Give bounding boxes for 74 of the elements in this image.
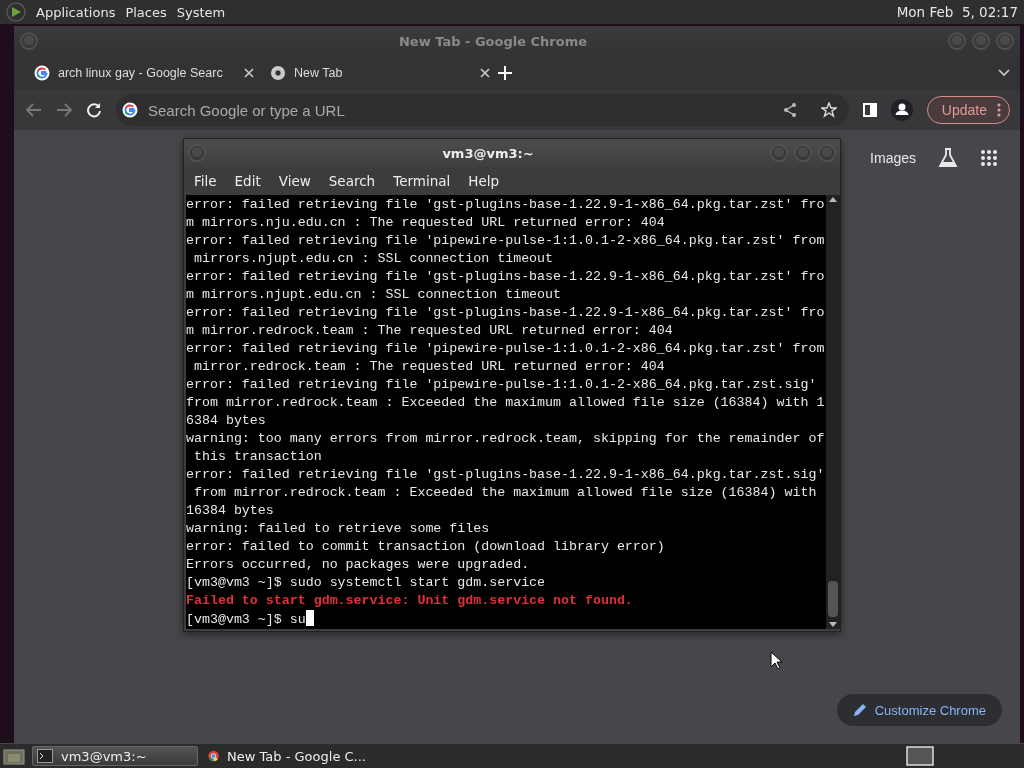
browser-tab[interactable]: arch linux gay - Google Searc — [26, 58, 262, 88]
menu-item[interactable]: Help — [468, 173, 500, 189]
output-line: error: failed retrieving file 'pipewire-pulse-1:1.0.1-2-x86_64.pkg.tar.zst.sig' — [186, 377, 817, 392]
terminal-icon — [37, 749, 53, 763]
output-line: 6384 bytes — [186, 413, 266, 428]
close-icon[interactable] — [480, 68, 490, 78]
search-field[interactable]: Search Google or type a URL — [146, 100, 775, 120]
share-icon[interactable] — [782, 102, 797, 118]
output-line: from mirror.redrock.team : Exceeded the maximum allowed file size (16384) with — [192, 485, 817, 500]
chrome-logo-icon — [270, 65, 286, 81]
apps-grid-icon[interactable] — [980, 149, 998, 167]
side-panel-icon[interactable] — [862, 103, 877, 117]
panel-clock[interactable]: Mon Feb 5, 02:17 — [896, 4, 1018, 20]
window-title: vm3@vm3:~ — [441, 145, 535, 161]
distro-logo-icon[interactable] — [6, 2, 26, 22]
output-line: error: failed retrieving file 'gst-plugins-base-1.22.9-1-x86_64.pkg.tar.zst' fro — [186, 197, 825, 212]
reload-icon[interactable] — [86, 102, 102, 118]
star-icon[interactable] — [820, 102, 837, 118]
menu-item[interactable]: Terminal — [393, 173, 451, 189]
google-logo-icon — [122, 102, 138, 118]
more-options-icon — [997, 103, 1001, 117]
scrollbar[interactable] — [826, 195, 840, 629]
menu-item[interactable]: Search — [328, 173, 376, 189]
output-line: m mirrors.nju.edu.cn : The requested URL returned error: 404 — [186, 215, 665, 230]
update-button[interactable]: Update — [926, 96, 1010, 124]
scroll-down-icon[interactable] — [828, 621, 838, 629]
output-line: error: failed retrieving file 'pipewire-pulse-1:1.0.1-2-x86_64.pkg.tar.zst' from — [186, 341, 825, 356]
output-line: this transaction — [192, 449, 322, 464]
output-line: error: failed retrieving file 'gst-plugins-base-1.22.9-1-x86_64.pkg.tar.zst' fro — [186, 305, 825, 320]
output-line: m mirror.redrock.team : The requested URL returned error: 404 — [186, 323, 673, 338]
text-cursor — [305, 610, 314, 626]
close-icon[interactable] — [244, 68, 254, 78]
output-line: [vm3@vm3 ~]$ sudo systemctl start gdm.service — [186, 575, 546, 590]
menu-item[interactable]: View — [278, 173, 311, 189]
address-bar[interactable]: Search Google or type a URL — [116, 94, 849, 126]
prompt-line: [vm3@vm3 ~]$ su — [186, 612, 306, 627]
customize-chrome-button[interactable]: Customize Chrome — [836, 694, 1002, 726]
output-line: from mirror.redrock.team : Exceeded the maximum allowed file size (16384) with 1 — [186, 395, 825, 410]
output-line: warning: failed to retrieve some files — [186, 521, 490, 536]
taskbar-item[interactable]: New Tab - Google C... — [204, 746, 370, 766]
flask-icon[interactable] — [938, 148, 958, 168]
output-line: warning: too many errors from mirror.redrock.team, skipping for the remainder of — [186, 431, 825, 446]
output-line: 16384 bytes — [186, 503, 274, 518]
panel-menu[interactable]: System — [176, 4, 226, 20]
browser-tab[interactable]: New Tab — [262, 58, 498, 88]
scroll-up-icon[interactable] — [828, 195, 838, 203]
profile-icon[interactable] — [890, 99, 913, 121]
output-line: error: failed retrieving file 'pipewire-pulse-1:1.0.1-2-x86_64.pkg.tar.zst' from — [186, 233, 825, 248]
output-line: m mirrors.njupt.edu.cn : SSL connection timeout — [186, 287, 562, 302]
pencil-icon — [852, 703, 867, 717]
google-logo-icon — [34, 65, 50, 81]
back-arrow-icon[interactable] — [26, 103, 42, 117]
chrome-logo-icon — [208, 748, 220, 764]
window-title: New Tab - Google Chrome — [397, 33, 589, 49]
menu-item[interactable]: Edit — [234, 173, 261, 189]
output-line: error: failed retrieving file 'gst-plugins-base-1.22.9-1-x86_64.pkg.tar.zst' fro — [186, 269, 825, 284]
output-line: mirrors.njupt.edu.cn : SSL connection timeout — [192, 251, 554, 266]
error-line: Failed to start gdm.service: Unit gdm.service not found. — [186, 593, 633, 608]
panel-menu[interactable]: Applications — [36, 4, 116, 20]
scrollbar-thumb[interactable] — [828, 581, 838, 617]
output-line: error: failed retrieving file 'gst-plugins-base-1.22.9-1-x86_64.pkg.tar.zst.sig' — [186, 467, 825, 482]
forward-arrow-icon[interactable] — [56, 103, 72, 117]
output-line: mirror.redrock.team : The requested URL returned error: 404 — [192, 359, 665, 374]
panel-menu[interactable]: Places — [125, 4, 167, 20]
taskbar-item[interactable]: vm3@vm3:~ — [32, 746, 198, 766]
output-line: error: failed to commit transaction (download library error) — [186, 539, 665, 554]
workspace-switcher-icon[interactable] — [906, 746, 934, 766]
show-desktop-icon[interactable] — [2, 746, 26, 766]
output-line: Errors occurred, no packages were upgraded. — [186, 557, 530, 572]
mouse-pointer-icon — [770, 651, 782, 669]
chevron-down-icon[interactable] — [998, 69, 1010, 77]
plus-icon[interactable] — [498, 66, 512, 80]
images-link[interactable]: Images — [870, 150, 916, 166]
menu-item[interactable]: File — [194, 173, 217, 189]
